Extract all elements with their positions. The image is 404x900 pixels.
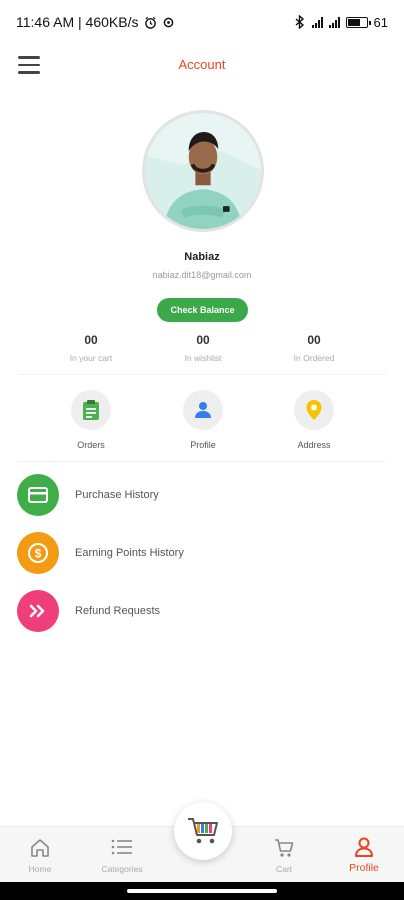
user-name: Nabiaz: [184, 251, 220, 263]
purchase-history-label: Purchase History: [75, 489, 159, 501]
svg-text:$: $: [35, 547, 42, 561]
status-left: 11:46 AM | 460KB/s: [16, 14, 174, 30]
battery-icon: [345, 16, 371, 28]
address-button[interactable]: Address: [274, 390, 354, 450]
stat-value: 00: [84, 333, 98, 347]
orders-button[interactable]: Orders: [51, 390, 131, 450]
home-icon: [31, 839, 49, 857]
nav-profile[interactable]: Profile: [324, 827, 404, 883]
stat-label: In your cart: [69, 353, 113, 363]
stat-ordered[interactable]: 00 In Ordered: [259, 333, 369, 363]
divider: [18, 461, 386, 462]
status-bar: 11:46 AM | 460KB/s 61: [0, 0, 404, 44]
cart-icon: [275, 839, 294, 857]
address-icon-circle: [294, 390, 334, 430]
orders-icon-circle: [71, 390, 111, 430]
refund-requests-item[interactable]: Refund Requests: [17, 590, 387, 632]
orders-label: Orders: [77, 440, 105, 450]
earning-points-icon-circle: $: [17, 532, 59, 574]
stat-value: 00: [196, 333, 210, 347]
cart-fab-button[interactable]: [174, 802, 232, 860]
top-bar: Account: [0, 44, 404, 88]
refund-requests-label: Refund Requests: [75, 605, 160, 617]
avatar-photo: [145, 113, 261, 229]
nav-home-label: Home: [28, 864, 52, 874]
divider: [18, 374, 386, 375]
nav-cart[interactable]: Cart: [244, 827, 324, 883]
signal-1-icon: [311, 16, 323, 28]
status-time: 11:46 AM | 460KB/s: [16, 14, 139, 30]
avatar[interactable]: [142, 110, 264, 232]
address-label: Address: [297, 440, 331, 450]
page-title: Account: [178, 57, 226, 72]
nav-cart-label: Cart: [275, 864, 293, 874]
refund-requests-icon-circle: [17, 590, 59, 632]
battery-percent: 61: [373, 14, 388, 30]
home-gesture-handle[interactable]: [127, 889, 277, 893]
profile-icon-circle: [183, 390, 223, 430]
signal-2-icon: [328, 16, 340, 28]
profile-button[interactable]: Profile: [163, 390, 243, 450]
person-icon: [355, 837, 373, 857]
profile-label: Profile: [190, 440, 216, 450]
purchase-history-item[interactable]: Purchase History: [17, 474, 387, 516]
stats-row: 00 In your cart 00 In wishlist 00 In Ord…: [0, 333, 404, 369]
stat-wishlist[interactable]: 00 In wishlist: [148, 333, 258, 363]
purchase-history-icon-circle: [17, 474, 59, 516]
nav-categories[interactable]: Categories: [82, 827, 162, 883]
earning-points-label: Earning Points History: [75, 547, 184, 559]
location-pin-icon: [306, 400, 322, 420]
nav-categories-label: Categories: [101, 864, 143, 874]
check-balance-button[interactable]: Check Balance: [157, 298, 248, 322]
user-email: nabiaz.dit18@gmail.com: [152, 270, 252, 280]
clipboard-icon: [83, 400, 99, 420]
stat-label: In wishlist: [184, 353, 222, 363]
list-icon: [111, 839, 132, 855]
nav-home[interactable]: Home: [0, 827, 80, 883]
credit-card-icon: [28, 487, 48, 503]
bluetooth-icon: [295, 15, 304, 29]
double-chevron-right-icon: [29, 604, 45, 618]
stat-cart[interactable]: 00 In your cart: [36, 333, 146, 363]
alarm-icon: [145, 16, 157, 29]
nav-profile-label: Profile: [349, 862, 379, 874]
stat-value: 00: [307, 333, 321, 347]
person-icon: [195, 402, 211, 418]
stat-label: In Ordered: [293, 353, 335, 363]
status-right: 61: [294, 15, 388, 30]
app-notification-icon: [164, 17, 174, 27]
earning-points-history-item[interactable]: $ Earning Points History: [17, 532, 387, 574]
dollar-coin-icon: $: [28, 543, 48, 563]
shopping-cart-icon: [188, 818, 218, 844]
